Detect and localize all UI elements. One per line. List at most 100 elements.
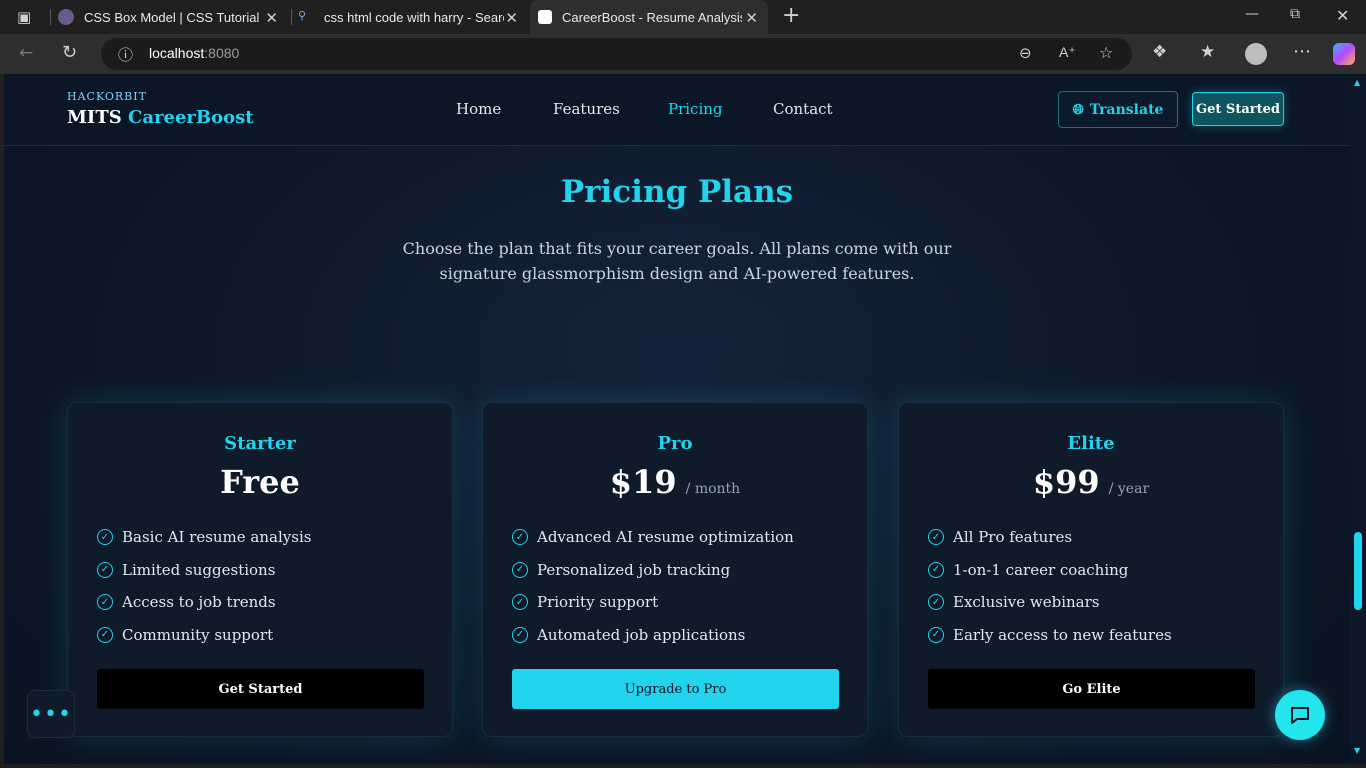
tab-favicon-icon [58,9,74,25]
search-favicon-icon: ⚲ [298,9,307,22]
check-circle-icon: ✓ [928,529,944,546]
feature-item: ✓ Basic AI resume analysis [97,521,311,554]
feature-text: Exclusive webinars [953,593,1100,612]
feature-item: ✓ All Pro features [928,521,1172,554]
back-icon[interactable]: ← [19,43,33,63]
profile-avatar[interactable] [1245,43,1267,65]
close-tab-icon[interactable]: ✕ [505,9,518,27]
feature-text: Basic AI resume analysis [122,528,312,547]
check-circle-icon: ✓ [928,561,944,578]
more-menu-button[interactable]: ••• [27,690,75,738]
plan-price: $19 / month [483,463,867,501]
tab-title: css html code with harry - Search [324,9,504,25]
feature-text: Advanced AI resume optimization [537,528,794,547]
feature-text: Limited suggestions [122,560,276,579]
nav-link-contact[interactable]: Contact [773,100,833,118]
close-window-icon[interactable]: ✕ [1336,6,1349,25]
url-port: :8080 [204,45,240,61]
plan-name: Pro [657,433,693,454]
upgrade-to-pro-button[interactable]: Upgrade to Pro [512,669,839,709]
tab-actions-icon[interactable]: ▣ [17,8,31,26]
brand-main: MITS [67,107,122,128]
site-info-icon[interactable]: ⓘ [118,44,133,65]
feature-item: ✓ Limited suggestions [97,554,311,587]
check-circle-icon: ✓ [97,626,113,643]
tab-title: CSS Box Model | CSS Tutorial | Co [84,9,264,25]
check-circle-icon: ✓ [512,561,528,578]
zoom-icon[interactable]: ⊖ [1019,44,1032,62]
feature-item: ✓ Advanced AI resume optimization [512,521,794,554]
feature-item: ✓ Priority support [512,586,794,619]
nav-link-home[interactable]: Home [456,100,501,118]
favorite-star-icon[interactable]: ☆ [1099,43,1113,62]
feature-text: Priority support [537,593,659,612]
extensions-icon[interactable]: ❖ [1152,42,1167,62]
close-tab-icon[interactable]: ✕ [265,9,278,27]
go-elite-button[interactable]: Go Elite [928,669,1255,709]
price-amount: $19 [609,463,677,501]
site-navbar: HACKORBIT MITS CareerBoost Home Features… [4,74,1350,146]
copilot-icon[interactable] [1333,43,1355,65]
feature-item: ✓ Personalized job tracking [512,554,794,587]
plan-price: Free [68,463,452,501]
translate-label: Translate [1089,101,1164,118]
tab-title: CareerBoost - Resume Analysis & [562,9,742,25]
browser-tab-css-box-model[interactable]: CSS Box Model | CSS Tutorial | Co ✕ [58,0,288,34]
globe-icon: 🌐︎ [1072,101,1084,118]
scroll-down-icon[interactable]: ▼ [1354,746,1360,755]
chat-bubble-icon [1291,707,1309,724]
starter-get-started-button[interactable]: Get Started [97,669,424,709]
pricing-subtitle: Choose the plan that fits your career go… [402,239,952,283]
pricing-title: Pricing Plans [560,174,794,210]
browser-tab-bar: ▣ CSS Box Model | CSS Tutorial | Co ✕ ⚲ … [0,0,1366,34]
pricing-card-pro: Pro $19 / month ✓ Advanced AI resume opti… [482,402,868,737]
check-circle-icon: ✓ [97,529,113,546]
pricing-card-elite: Elite $99 / year ✓ All Pro features ✓ 1-on… [898,402,1284,737]
new-tab-icon[interactable]: + [782,3,800,28]
feature-text: Access to job trends [122,593,276,612]
nav-link-features[interactable]: Features [553,100,620,118]
feature-list: ✓ Advanced AI resume optimization ✓ Person… [512,521,794,651]
feature-text: Automated job applications [537,625,746,644]
feature-text: Personalized job tracking [537,560,731,579]
tab-separator [50,9,51,25]
feature-item: ✓ Early access to new features [928,619,1172,652]
scrollbar-thumb[interactable] [1354,532,1362,610]
browser-tab-careerboost[interactable]: CareerBoost - Resume Analysis & ✕ [530,0,768,34]
brand-accent: CareerBoost [128,107,254,128]
scroll-up-icon[interactable]: ▲ [1354,78,1360,87]
nav-get-started-button[interactable]: Get Started [1192,92,1284,126]
check-circle-icon: ✓ [928,594,944,611]
pricing-card-starter: Starter Free ✓ Basic AI resume analysis ✓… [67,402,453,737]
feature-text: 1-on-1 career coaching [953,560,1129,579]
read-aloud-icon[interactable]: A⁺ [1059,44,1076,61]
feature-item: ✓ Community support [97,619,311,652]
address-bar[interactable]: ⓘ localhost:8080 ⊖ A⁺ ☆ [101,38,1132,70]
check-circle-icon: ✓ [512,594,528,611]
tab-favicon-icon [538,10,552,24]
price-amount: Free [220,463,300,501]
brand-logo[interactable]: MITS CareerBoost [67,107,254,128]
brand-tagline: HACKORBIT [67,90,147,103]
feature-item: ✓ Automated job applications [512,619,794,652]
translate-button[interactable]: 🌐︎ Translate [1058,91,1178,128]
address-url[interactable]: localhost:8080 [149,45,239,61]
page-scrollbar[interactable]: ▲ ▼ [1350,74,1366,764]
feature-list: ✓ Basic AI resume analysis ✓ Limited sugge… [97,521,311,651]
more-options-icon[interactable]: ⋯ [1293,41,1311,62]
favorites-icon[interactable]: ★ [1200,42,1215,62]
check-circle-icon: ✓ [97,561,113,578]
feature-item: ✓ Access to job trends [97,586,311,619]
close-tab-icon[interactable]: ✕ [745,9,758,27]
url-host: localhost [149,45,205,61]
page-viewport: HACKORBIT MITS CareerBoost Home Features… [4,74,1350,764]
price-period: / month [685,481,741,497]
nav-link-pricing[interactable]: Pricing [668,100,723,118]
browser-tab-search[interactable]: ⚲ css html code with harry - Search ✕ [298,0,528,34]
feature-item: ✓ Exclusive webinars [928,586,1172,619]
chat-button[interactable] [1275,690,1325,740]
check-circle-icon: ✓ [512,529,528,546]
minimize-icon[interactable]: — [1245,6,1259,22]
refresh-icon[interactable]: ↻ [62,42,77,63]
restore-icon[interactable]: ⧉ [1290,6,1300,22]
